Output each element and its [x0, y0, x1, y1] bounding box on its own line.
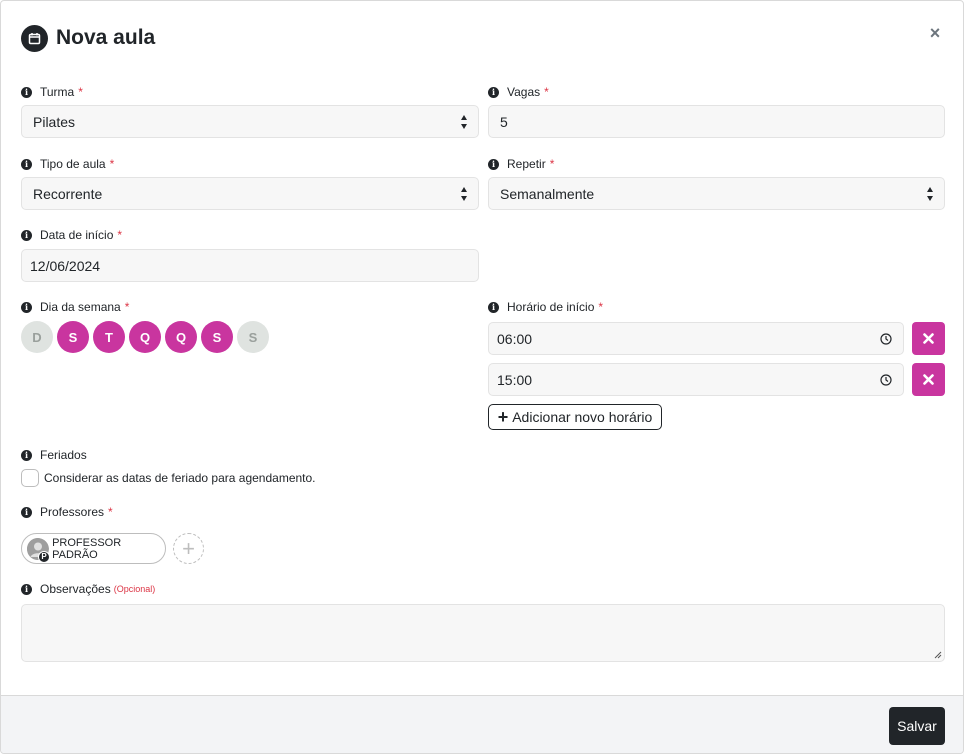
dia-semana-label: i Dia da semana *: [21, 299, 129, 315]
optional-marker: (Opcional): [113, 584, 156, 594]
teacher-chip[interactable]: P PROFESSOR PADRÃO: [21, 533, 166, 564]
info-icon: i: [21, 583, 32, 595]
modal-footer: Salvar: [1, 695, 963, 753]
required-marker: *: [544, 85, 549, 99]
required-marker: *: [598, 300, 604, 314]
remove-time-2-button[interactable]: [912, 363, 945, 396]
feriados-label-text: Feriados: [40, 448, 87, 462]
time-input-1-value: 06:00: [497, 330, 533, 347]
horario-inicio-label-text: Horário de início: [507, 300, 595, 314]
turma-label: i Turma *: [21, 84, 83, 100]
data-inicio-label-text: Data de início: [40, 228, 114, 242]
turma-select-value: Pilates: [33, 113, 76, 130]
avatar-badge: P: [38, 550, 51, 563]
time-input-1[interactable]: 06:00: [488, 322, 904, 355]
turma-select[interactable]: Pilates: [21, 105, 479, 138]
info-icon: i: [21, 449, 32, 461]
clock-icon[interactable]: [880, 333, 892, 345]
close-button[interactable]: ×: [927, 23, 943, 43]
close-icon: ×: [929, 23, 941, 43]
day-tuesday-button[interactable]: T: [93, 321, 125, 353]
close-icon: [923, 374, 934, 385]
info-icon: i: [21, 301, 32, 313]
info-icon: i: [488, 86, 499, 98]
repetir-label: i Repetir *: [488, 156, 554, 172]
observacoes-textarea[interactable]: [21, 604, 945, 662]
modal-title: Nova aula: [56, 26, 156, 49]
vagas-input[interactable]: 5: [488, 105, 945, 138]
day-wednesday-button[interactable]: Q: [129, 321, 161, 353]
vagas-input-value: 5: [500, 113, 508, 130]
teacher-name: PROFESSOR PADRÃO: [52, 536, 122, 561]
plus-icon: +: [497, 407, 509, 427]
info-icon: i: [21, 158, 32, 170]
save-button[interactable]: Salvar: [889, 707, 945, 745]
day-friday-button[interactable]: S: [201, 321, 233, 353]
modal-header: Nova aula: [21, 23, 155, 53]
professores-label: i Professores *: [21, 504, 113, 520]
data-inicio-label: i Data de início *: [21, 227, 122, 243]
tipo-aula-select[interactable]: Recorrente: [21, 177, 479, 210]
time-input-2[interactable]: 15:00: [488, 363, 904, 396]
holidays-checkbox[interactable]: [21, 469, 39, 487]
data-inicio-input-value: 12/06/2024: [30, 257, 101, 274]
holidays-checkbox-label[interactable]: Considerar as datas de feriado para agen…: [44, 471, 316, 485]
info-icon: i: [21, 506, 32, 518]
tipo-aula-select-value: Recorrente: [33, 185, 103, 202]
required-marker: *: [78, 85, 83, 99]
feriados-label: i Feriados: [21, 447, 87, 463]
day-sunday-button[interactable]: D: [21, 321, 53, 353]
plus-icon: +: [182, 535, 195, 561]
vagas-label: i Vagas *: [488, 84, 549, 100]
day-saturday-button[interactable]: S: [237, 321, 269, 353]
add-teacher-button[interactable]: +: [173, 533, 204, 564]
data-inicio-input[interactable]: 12/06/2024: [21, 249, 479, 282]
repetir-label-text: Repetir: [507, 157, 546, 171]
avatar: P: [27, 537, 51, 563]
turma-label-text: Turma: [40, 85, 75, 99]
observacoes-label-text: Observações: [40, 582, 111, 596]
required-marker: *: [109, 157, 115, 171]
chevron-updown-icon: [926, 187, 934, 201]
calendar-icon: [21, 24, 48, 52]
time-input-2-value: 15:00: [497, 371, 533, 388]
dia-semana-label-text: Dia da semana: [40, 300, 121, 314]
info-icon: i: [488, 301, 499, 313]
required-marker: *: [549, 157, 555, 171]
chevron-updown-icon: [460, 187, 468, 201]
info-icon: i: [21, 229, 32, 241]
day-monday-button[interactable]: S: [57, 321, 89, 353]
tipo-aula-label-text: Tipo de aula: [40, 157, 106, 171]
info-icon: i: [21, 86, 32, 98]
required-marker: *: [124, 300, 130, 314]
tipo-aula-label: i Tipo de aula *: [21, 156, 114, 172]
professores-label-text: Professores: [40, 505, 105, 519]
chevron-updown-icon: [460, 115, 468, 129]
required-marker: *: [108, 505, 113, 519]
observacoes-label: i Observações (Opcional): [21, 581, 155, 597]
remove-time-1-button[interactable]: [912, 322, 945, 355]
clock-icon[interactable]: [880, 374, 892, 386]
repetir-select-value: Semanalmente: [500, 185, 595, 202]
new-class-modal: Nova aula × i Turma * Pilates i Vagas * …: [0, 0, 964, 754]
day-thursday-button[interactable]: Q: [165, 321, 197, 353]
resize-grip-icon[interactable]: [934, 651, 942, 659]
close-icon: [923, 333, 934, 344]
info-icon: i: [488, 158, 499, 170]
vagas-label-text: Vagas: [507, 85, 541, 99]
required-marker: *: [117, 228, 123, 242]
horario-inicio-label: i Horário de início *: [488, 299, 603, 315]
add-time-button[interactable]: + Adicionar novo horário: [488, 404, 662, 430]
repetir-select[interactable]: Semanalmente: [488, 177, 945, 210]
add-time-label: Adicionar novo horário: [512, 409, 653, 425]
